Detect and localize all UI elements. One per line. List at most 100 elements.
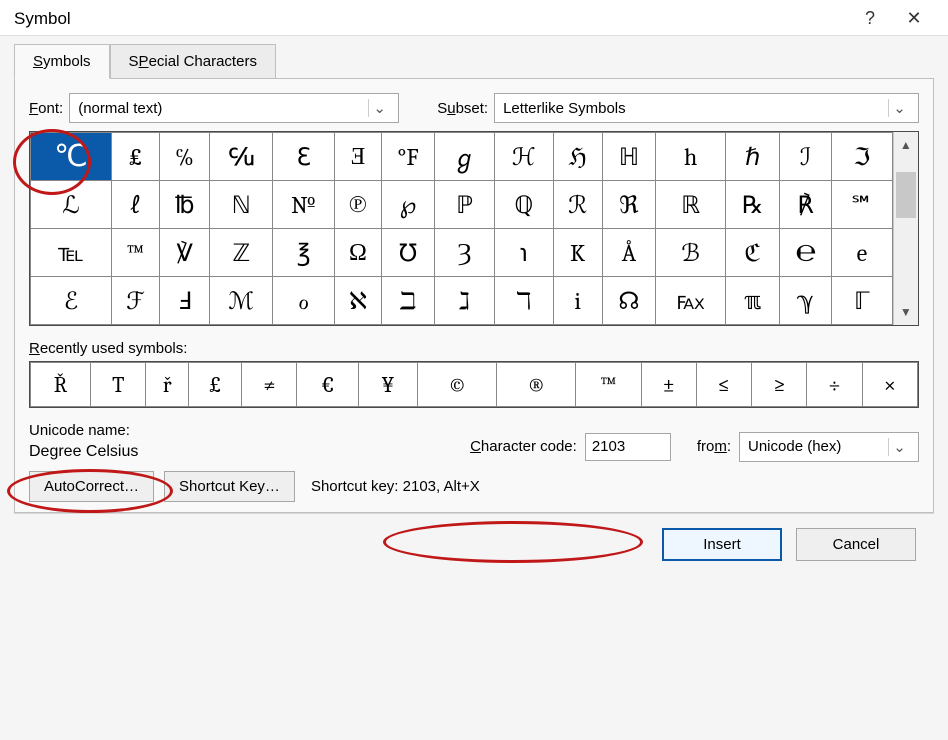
insert-button[interactable]: Insert	[662, 528, 782, 561]
symbol-cell[interactable]: №	[273, 181, 335, 229]
recent-symbol-cell[interactable]: T	[90, 363, 145, 407]
symbol-cell[interactable]: ℗	[335, 181, 382, 229]
symbol-cell[interactable]: Ω	[335, 229, 382, 277]
symbol-cell[interactable]: ℬ	[656, 229, 726, 277]
recent-symbol-cell[interactable]: ≤	[696, 363, 751, 407]
chevron-down-icon: ⌄	[368, 99, 390, 117]
font-combo[interactable]: (normal text) ⌄	[69, 93, 399, 123]
recent-symbol-cell[interactable]: €	[297, 363, 358, 407]
recent-symbol-cell[interactable]: ®	[497, 363, 576, 407]
symbol-cell[interactable]: ℩	[494, 229, 553, 277]
symbol-cell[interactable]: Ǝ	[335, 133, 382, 181]
recent-symbol-cell[interactable]: ×	[862, 363, 917, 407]
symbol-grid: ℃₤℅℆ℇƎ°Fℊℋℌℍhℏℐℑ ℒℓ℔ℕ№℗℘ℙℚℛℜℝ℞℟℠ ℡™℣ℤ℥Ω℧Ȝ℩…	[29, 131, 919, 326]
subset-combo[interactable]: Letterlike Symbols ⌄	[494, 93, 919, 123]
symbol-cell[interactable]: Ⅎ	[160, 277, 210, 325]
symbol-cell[interactable]: e	[832, 229, 893, 277]
symbol-cell[interactable]: ℕ	[210, 181, 273, 229]
from-label: from:	[697, 438, 731, 455]
scroll-down-icon[interactable]: ▼	[894, 299, 918, 325]
symbol-cell[interactable]: ℒ	[31, 181, 112, 229]
symbol-cell[interactable]: ℘	[381, 181, 434, 229]
symbol-cell[interactable]: ℇ	[273, 133, 335, 181]
symbol-cell[interactable]: ℽ	[780, 277, 832, 325]
symbol-cell[interactable]: ℓ	[111, 181, 159, 229]
symbol-cell[interactable]: ℚ	[494, 181, 553, 229]
symbol-cell[interactable]: Ȝ	[435, 229, 495, 277]
recent-symbol-cell[interactable]: ÷	[807, 363, 862, 407]
symbol-cell[interactable]: K	[553, 229, 602, 277]
symbol-cell[interactable]: ℅	[160, 133, 210, 181]
symbol-cell[interactable]: ℑ	[832, 133, 893, 181]
scroll-up-icon[interactable]: ▲	[894, 132, 918, 158]
recent-symbol-cell[interactable]: £	[189, 363, 242, 407]
help-button[interactable]: ?	[848, 8, 892, 29]
recent-symbol-cell[interactable]: ¥	[358, 363, 418, 407]
symbol-cell[interactable]: ℊ	[435, 133, 495, 181]
unicode-name-value: Degree Celsius	[29, 443, 462, 461]
symbol-cell[interactable]: ℏ	[726, 133, 780, 181]
symbol-cell[interactable]: ℴ	[273, 277, 335, 325]
symbol-cell[interactable]: Å	[602, 229, 656, 277]
symbol-cell[interactable]: ℰ	[31, 277, 112, 325]
scrollbar[interactable]: ▲ ▼	[893, 132, 918, 325]
recent-symbol-cell[interactable]: ≥	[752, 363, 807, 407]
symbol-cell[interactable]: ℌ	[553, 133, 602, 181]
recent-symbol-cell[interactable]: ±	[641, 363, 696, 407]
symbol-cell[interactable]: ℡	[31, 229, 112, 277]
char-code-label: Character code:	[470, 438, 577, 455]
symbol-cell[interactable]: ℙ	[435, 181, 495, 229]
titlebar: Symbol ? ✕	[0, 0, 948, 36]
symbol-cell[interactable]: ™	[111, 229, 159, 277]
symbol-cell[interactable]: ℜ	[602, 181, 656, 229]
tab-special-characters[interactable]: SPecial Characters	[110, 44, 276, 79]
symbol-cell[interactable]: ℃	[31, 133, 112, 181]
symbol-cell[interactable]: ℠	[832, 181, 893, 229]
symbol-cell[interactable]: ℍ	[602, 133, 656, 181]
symbol-cell[interactable]: ℱ	[111, 277, 159, 325]
symbol-cell[interactable]: i	[553, 277, 602, 325]
symbol-dialog: Symbol ? ✕ Symbols SPecial Characters Fo…	[0, 0, 948, 740]
symbol-cell[interactable]: ℔	[160, 181, 210, 229]
symbol-cell[interactable]: ℻	[656, 277, 726, 325]
symbol-cell[interactable]: ₤	[111, 133, 159, 181]
symbol-cell[interactable]: ℝ	[656, 181, 726, 229]
symbol-cell[interactable]: ℧	[381, 229, 434, 277]
symbol-cell[interactable]: ℣	[160, 229, 210, 277]
from-combo[interactable]: Unicode (hex) ⌄	[739, 432, 919, 462]
symbol-cell[interactable]: ℸ	[494, 277, 553, 325]
shortcut-key-button[interactable]: Shortcut Key…	[164, 471, 295, 502]
symbol-cell[interactable]: ℥	[273, 229, 335, 277]
symbol-cell[interactable]: h	[656, 133, 726, 181]
symbol-cell[interactable]: ℳ	[210, 277, 273, 325]
symbol-cell[interactable]: ℮	[780, 229, 832, 277]
recent-label: Recently used symbols:	[29, 340, 919, 357]
recent-symbol-cell[interactable]: ©	[418, 363, 497, 407]
recent-symbol-cell[interactable]: Ř	[31, 363, 91, 407]
char-code-input[interactable]	[585, 433, 671, 461]
symbol-cell[interactable]: ℾ	[832, 277, 893, 325]
symbol-cell[interactable]: ℞	[726, 181, 780, 229]
symbol-cell[interactable]: ℭ	[726, 229, 780, 277]
symbol-cell[interactable]: ℶ	[381, 277, 434, 325]
chevron-down-icon: ⌄	[888, 438, 910, 456]
symbol-cell[interactable]: ℛ	[553, 181, 602, 229]
symbol-cell[interactable]: ℐ	[780, 133, 832, 181]
symbol-cell[interactable]: ℼ	[726, 277, 780, 325]
recent-symbol-cell[interactable]: ≠	[242, 363, 297, 407]
tab-symbols[interactable]: Symbols	[14, 44, 110, 79]
recent-symbol-cell[interactable]: ™	[576, 363, 641, 407]
subset-label: Subset:	[437, 100, 488, 117]
close-button[interactable]: ✕	[892, 8, 936, 29]
symbol-cell[interactable]: ℆	[210, 133, 273, 181]
symbol-cell[interactable]: ℷ	[435, 277, 495, 325]
autocorrect-button[interactable]: AutoCorrect…	[29, 471, 154, 502]
cancel-button[interactable]: Cancel	[796, 528, 916, 561]
symbol-cell[interactable]: ☊	[602, 277, 656, 325]
symbol-cell[interactable]: ℟	[780, 181, 832, 229]
symbol-cell[interactable]: ℵ	[335, 277, 382, 325]
recent-symbol-cell[interactable]: ř	[146, 363, 189, 407]
symbol-cell[interactable]: ℤ	[210, 229, 273, 277]
symbol-cell[interactable]: °F	[381, 133, 434, 181]
symbol-cell[interactable]: ℋ	[494, 133, 553, 181]
